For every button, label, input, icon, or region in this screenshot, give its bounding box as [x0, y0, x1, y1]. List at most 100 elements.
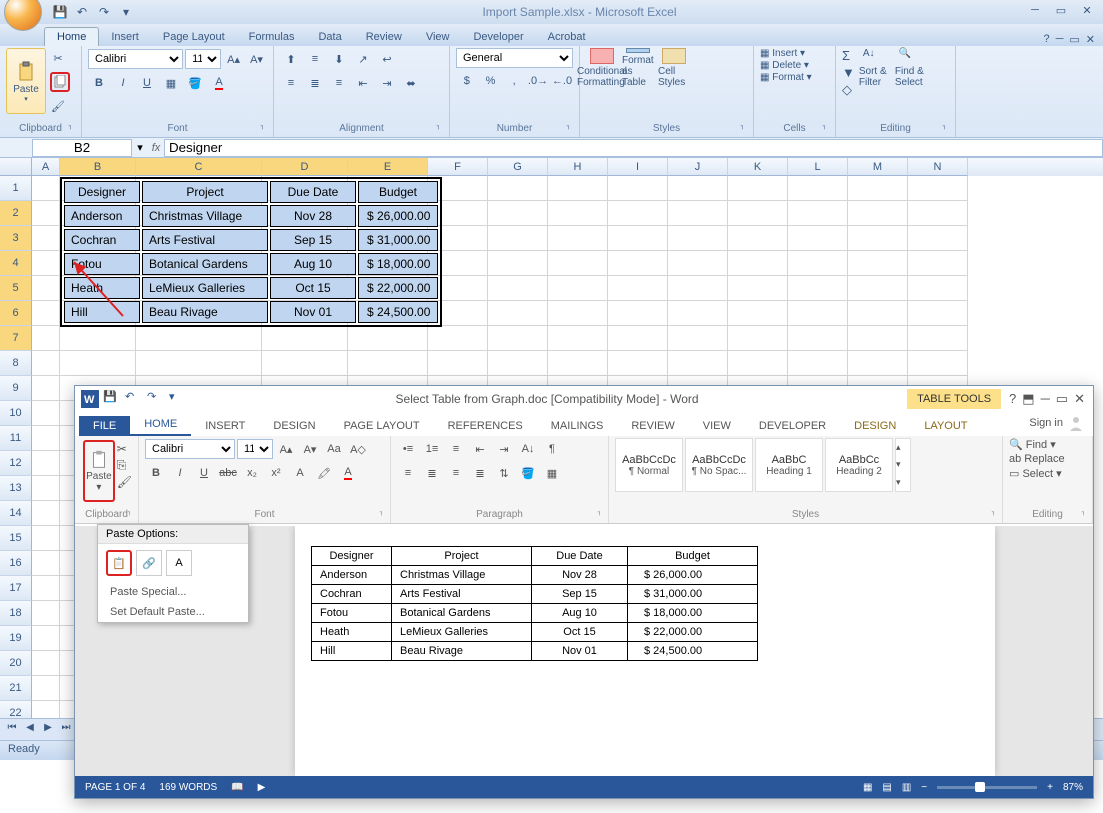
indent-inc-icon[interactable]: ⇥: [493, 438, 515, 460]
multilevel-icon[interactable]: ≡: [445, 438, 467, 460]
font-name-select[interactable]: Calibri: [145, 439, 235, 459]
tab-page-layout[interactable]: PAGE LAYOUT: [330, 416, 434, 436]
name-box[interactable]: [32, 139, 132, 157]
borders-icon[interactable]: ▦: [541, 462, 563, 484]
italic-button[interactable]: I: [112, 72, 134, 94]
align-left-icon[interactable]: ≡: [397, 462, 419, 484]
tab-view[interactable]: View: [414, 28, 462, 46]
line-spacing-icon[interactable]: ⇅: [493, 462, 515, 484]
cell-L4[interactable]: [788, 251, 848, 276]
strike-button[interactable]: abc: [217, 462, 239, 484]
tab-insert[interactable]: Insert: [99, 28, 151, 46]
conditional-formatting-button[interactable]: Conditional Formatting: [586, 48, 618, 88]
number-format-select[interactable]: General: [456, 48, 573, 68]
style---no-spac---[interactable]: AaBbCcDc¶ No Spac...: [685, 438, 753, 492]
font-size-select[interactable]: 11: [237, 439, 273, 459]
cell-L5[interactable]: [788, 276, 848, 301]
next-sheet-icon[interactable]: ▶: [40, 722, 56, 738]
row-header-7[interactable]: 7: [0, 326, 32, 351]
cell-K3[interactable]: [728, 226, 788, 251]
currency-icon[interactable]: $: [456, 70, 478, 92]
grow-font-icon[interactable]: A▴: [275, 438, 297, 460]
cell-I6[interactable]: [608, 301, 668, 326]
format-button[interactable]: ▦ Format ▾: [760, 72, 829, 83]
table-row[interactable]: AndersonChristmas VillageNov 28$ 26,000.…: [64, 205, 438, 227]
cell-J2[interactable]: [668, 201, 728, 226]
cell-I4[interactable]: [608, 251, 668, 276]
column-header-D[interactable]: D: [262, 158, 348, 176]
cell-L2[interactable]: [788, 201, 848, 226]
cell-M5[interactable]: [848, 276, 908, 301]
row-header-10[interactable]: 10: [0, 401, 32, 426]
row-header-2[interactable]: 2: [0, 201, 32, 226]
superscript-icon[interactable]: x²: [265, 462, 287, 484]
prev-sheet-icon[interactable]: ◀: [22, 722, 38, 738]
cell-A19[interactable]: [32, 626, 60, 651]
border-button[interactable]: ▦: [160, 72, 182, 94]
table-row[interactable]: HeathLeMieux GalleriesOct 15$ 22,000.00: [64, 277, 438, 299]
format-painter-icon[interactable]: 🖌: [117, 475, 132, 489]
row-header-14[interactable]: 14: [0, 501, 32, 526]
align-right-icon[interactable]: ≡: [328, 72, 350, 94]
cell-C8[interactable]: [136, 351, 262, 376]
last-sheet-icon[interactable]: ⏭: [58, 722, 74, 738]
indent-inc-icon[interactable]: ⇥: [376, 72, 398, 94]
cell-A9[interactable]: [32, 376, 60, 401]
column-header-B[interactable]: B: [60, 158, 136, 176]
cell-N3[interactable]: [908, 226, 968, 251]
spell-check-icon[interactable]: 📖: [231, 782, 243, 793]
grow-font-icon[interactable]: A▴: [223, 48, 244, 70]
shrink-font-icon[interactable]: A▾: [246, 48, 267, 70]
row-header-21[interactable]: 21: [0, 676, 32, 701]
cell-G8[interactable]: [488, 351, 548, 376]
shading-icon[interactable]: 🪣: [517, 462, 539, 484]
cell-K2[interactable]: [728, 201, 788, 226]
underline-button[interactable]: U: [136, 72, 158, 94]
row-header-4[interactable]: 4: [0, 251, 32, 276]
cell-A21[interactable]: [32, 676, 60, 701]
cell-L7[interactable]: [788, 326, 848, 351]
align-middle-icon[interactable]: ≡: [304, 48, 326, 70]
cell-I7[interactable]: [608, 326, 668, 351]
justify-icon[interactable]: ≣: [469, 462, 491, 484]
cell-G5[interactable]: [488, 276, 548, 301]
tab-file[interactable]: FILE: [79, 416, 130, 436]
table-row[interactable]: AndersonChristmas VillageNov 28$ 26,000.…: [312, 566, 758, 585]
cell-B7[interactable]: [60, 326, 136, 351]
cell-F8[interactable]: [428, 351, 488, 376]
fx-icon[interactable]: fx: [148, 142, 164, 154]
cell-J6[interactable]: [668, 301, 728, 326]
tab-data[interactable]: Data: [306, 28, 353, 46]
cell-A18[interactable]: [32, 601, 60, 626]
cell-L6[interactable]: [788, 301, 848, 326]
cell-N5[interactable]: [908, 276, 968, 301]
cell-E7[interactable]: [348, 326, 428, 351]
cell-G6[interactable]: [488, 301, 548, 326]
table-header[interactable]: Designer: [312, 547, 392, 566]
tab-developer[interactable]: Developer: [461, 28, 535, 46]
cell-A10[interactable]: [32, 401, 60, 426]
cell-N7[interactable]: [908, 326, 968, 351]
zoom-out-icon[interactable]: −: [921, 782, 927, 793]
format-as-table-button[interactable]: Format as Table: [622, 48, 654, 88]
indent-dec-icon[interactable]: ⇤: [469, 438, 491, 460]
row-header-6[interactable]: 6: [0, 301, 32, 326]
row-header-3[interactable]: 3: [0, 226, 32, 251]
sign-in-button[interactable]: Sign in: [1021, 410, 1093, 436]
cell-J4[interactable]: [668, 251, 728, 276]
cell-N1[interactable]: [908, 176, 968, 201]
cell-A11[interactable]: [32, 426, 60, 451]
column-header-C[interactable]: C: [136, 158, 262, 176]
align-right-icon[interactable]: ≡: [445, 462, 467, 484]
cut-icon[interactable]: ✂: [48, 48, 68, 68]
table-row[interactable]: CochranArts FestivalSep 15$ 31,000.00: [64, 229, 438, 251]
column-header-J[interactable]: J: [668, 158, 728, 176]
row-header-16[interactable]: 16: [0, 551, 32, 576]
undo-icon[interactable]: ↶: [125, 390, 143, 408]
percent-icon[interactable]: %: [480, 70, 502, 92]
column-header-E[interactable]: E: [348, 158, 428, 176]
fill-color-button[interactable]: 🪣: [184, 72, 206, 94]
column-header-A[interactable]: A: [32, 158, 60, 176]
numbering-icon[interactable]: 1≡: [421, 438, 443, 460]
cell-H5[interactable]: [548, 276, 608, 301]
